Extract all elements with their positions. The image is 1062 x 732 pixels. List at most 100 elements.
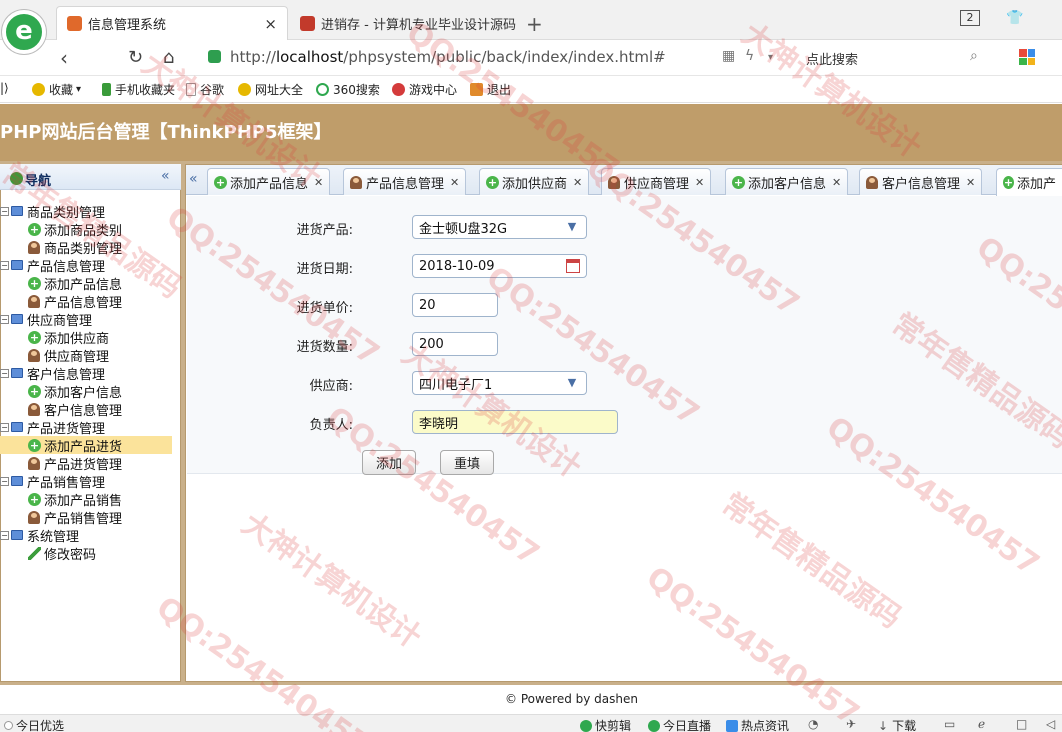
product-select[interactable]: 金士顿U盘32G ▼ <box>412 215 587 239</box>
collapse-icon[interactable]: − <box>0 368 9 378</box>
back-button[interactable]: ‹ <box>60 46 68 70</box>
content-tab-active[interactable]: + 添加产 <box>996 168 1062 196</box>
bookmark-item[interactable]: 谷歌 <box>186 81 224 98</box>
user-icon <box>28 456 40 470</box>
chevron-down-icon[interactable]: ▾ <box>768 52 773 63</box>
qr-code-icon[interactable]: ▦ <box>722 48 735 64</box>
bookmark-item[interactable]: 手机收藏夹 <box>102 81 175 98</box>
lightning-icon[interactable]: ϟ <box>745 48 754 64</box>
tree-item[interactable]: + 添加客户信息 <box>0 382 180 401</box>
tree-group-item[interactable]: − 产品进货管理 <box>0 418 180 437</box>
reload-button[interactable]: ↻ <box>128 47 143 68</box>
calendar-icon[interactable] <box>566 259 580 273</box>
date-field[interactable]: 2018-10-09 <box>412 254 587 278</box>
url-field[interactable]: http://localhost/phpsystem/public/back/i… <box>230 48 666 66</box>
user-icon <box>866 175 878 189</box>
computer-icon <box>11 368 23 378</box>
tree-group-item[interactable]: − 系统管理 <box>0 526 180 545</box>
tree-group-item[interactable]: − 产品信息管理 <box>0 256 180 275</box>
tree-item-selected[interactable]: + 添加产品进货 <box>0 436 172 455</box>
user-icon <box>350 175 362 189</box>
close-tab-icon[interactable]: ✕ <box>695 176 704 189</box>
tree-item[interactable]: + 添加供应商 <box>0 328 180 347</box>
status-item[interactable]: 今日优选 <box>4 717 64 732</box>
window-icon[interactable]: □ <box>1016 717 1027 731</box>
tree-item[interactable]: 产品销售管理 <box>0 508 180 527</box>
tree-group-item[interactable]: − 产品销售管理 <box>0 472 180 491</box>
new-tab-button[interactable]: + <box>526 12 543 36</box>
supplier-select[interactable]: 四川电子厂1 ▼ <box>412 371 587 395</box>
computer-icon <box>11 476 23 486</box>
quantity-input[interactable]: 200 <box>412 332 498 356</box>
collapse-icon[interactable]: − <box>0 530 9 540</box>
home-button[interactable]: ⌂ <box>163 47 174 68</box>
window-count-badge[interactable]: 2 <box>960 10 980 26</box>
close-tab-icon[interactable]: ✕ <box>450 176 459 189</box>
bookmark-item[interactable]: 退出 <box>470 81 511 98</box>
shirt-skin-icon[interactable]: 👕 <box>1006 10 1023 26</box>
bookmarks-toggle-icon[interactable]: |⟩ <box>0 81 9 95</box>
browser-tab-inactive[interactable]: 进销存 - 计算机专业毕业设计源码 <box>290 6 520 40</box>
collapse-icon[interactable]: − <box>0 260 9 270</box>
content-tab[interactable]: 产品信息管理 ✕ <box>343 168 467 195</box>
close-tab-icon[interactable]: × <box>264 15 277 33</box>
speed-icon[interactable]: ◔ <box>808 717 818 731</box>
status-item[interactable]: 今日直播 <box>648 717 711 732</box>
tree-item[interactable]: 供应商管理 <box>0 346 180 365</box>
browser-tab-active[interactable]: 信息管理系统 × <box>56 6 288 40</box>
bookmark-item[interactable]: 网址大全 <box>238 81 303 98</box>
tree-item[interactable]: 客户信息管理 <box>0 400 180 419</box>
status-item[interactable]: 热点资讯 <box>726 717 789 732</box>
tree-group: − 商品类别管理 + 添加商品类别 商品类别管理 <box>0 202 180 257</box>
tree-item[interactable]: 修改密码 <box>0 544 180 563</box>
site-favicon-icon <box>300 15 315 31</box>
computer-icon <box>11 530 23 540</box>
tree-group-item[interactable]: − 客户信息管理 <box>0 364 180 383</box>
browser-window: e 信息管理系统 × 进销存 - 计算机专业毕业设计源码 + 2 👕 ‹ ↻ ⌂… <box>0 0 1062 732</box>
content-tab[interactable]: + 添加供应商 ✕ <box>479 168 590 195</box>
bookmark-item[interactable]: 游戏中心 <box>392 81 457 98</box>
content-tab[interactable]: + 添加产品信息 ✕ <box>207 168 331 195</box>
content-tab[interactable]: 供应商管理 ✕ <box>601 168 712 195</box>
tree-item[interactable]: + 添加产品销售 <box>0 490 180 509</box>
user-icon <box>28 510 40 524</box>
collapse-sidebar-icon[interactable]: « <box>161 168 170 184</box>
tree-item[interactable]: + 添加商品类别 <box>0 220 180 239</box>
content-tab[interactable]: 客户信息管理 ✕ <box>859 168 983 195</box>
status-item[interactable]: 快剪辑 <box>580 717 631 732</box>
tree-item[interactable]: 商品类别管理 <box>0 238 180 257</box>
collapse-icon[interactable]: − <box>0 206 9 216</box>
price-input[interactable]: 20 <box>412 293 498 317</box>
rocket-icon[interactable]: ✈ <box>846 717 856 731</box>
collapse-icon[interactable]: − <box>0 314 9 324</box>
bookmark-item[interactable]: 收藏 ▾ <box>32 81 81 98</box>
tree-group-item[interactable]: − 商品类别管理 <box>0 202 180 221</box>
tree-item[interactable]: + 添加产品信息 <box>0 274 180 293</box>
submit-button[interactable]: 添加 <box>362 450 416 475</box>
collapse-panel-icon[interactable]: « <box>189 171 198 187</box>
bookmark-item[interactable]: 360搜索 <box>316 81 380 98</box>
apps-grid-icon[interactable] <box>1019 49 1035 65</box>
ie-icon[interactable]: ℯ <box>978 717 985 731</box>
pencil-icon <box>28 546 41 560</box>
close-tab-icon[interactable]: ✕ <box>832 176 841 189</box>
collapse-icon[interactable]: − <box>0 422 9 432</box>
close-tab-icon[interactable]: ✕ <box>966 176 975 189</box>
tree-item[interactable]: 产品信息管理 <box>0 292 180 311</box>
reset-button[interactable]: 重填 <box>440 450 494 475</box>
status-item[interactable]: ↓ 下载 <box>878 717 916 732</box>
search-input[interactable]: 点此搜索 <box>806 49 858 68</box>
volume-icon[interactable]: ◁ <box>1046 717 1055 731</box>
add-icon: + <box>28 330 41 344</box>
tree-group-item[interactable]: − 供应商管理 <box>0 310 180 329</box>
search-icon[interactable]: ⌕ <box>970 48 978 64</box>
person-input[interactable]: 李晓明 <box>412 410 618 434</box>
collapse-icon[interactable]: − <box>0 476 9 486</box>
add-icon: + <box>28 438 41 452</box>
screenshot-icon[interactable]: ▭ <box>944 717 955 731</box>
content-tab[interactable]: + 添加客户信息 ✕ <box>725 168 849 195</box>
close-tab-icon[interactable]: ✕ <box>573 176 582 189</box>
computer-icon <box>11 206 23 216</box>
tree-item[interactable]: 产品进货管理 <box>0 454 180 473</box>
close-tab-icon[interactable]: ✕ <box>314 176 323 189</box>
